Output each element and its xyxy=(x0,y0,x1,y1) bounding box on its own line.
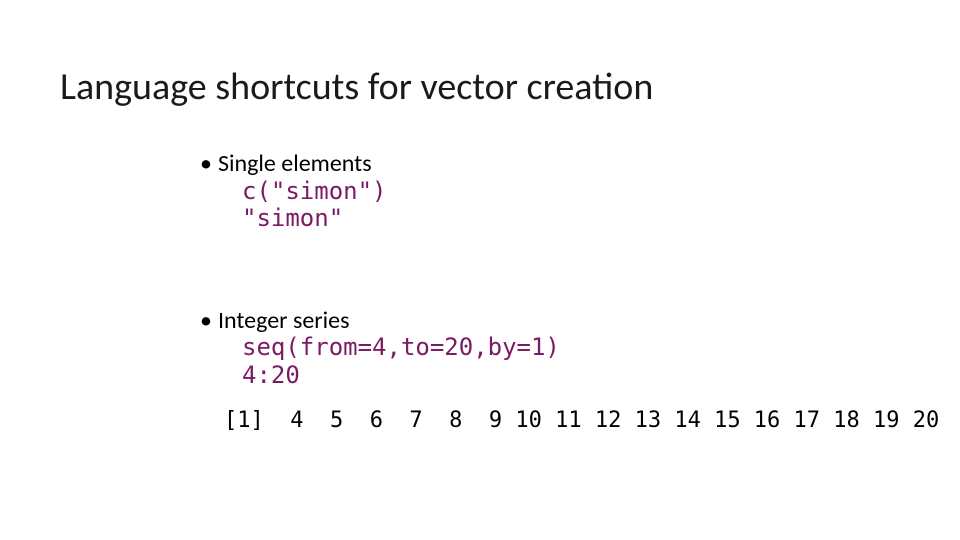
slide: Language shortcuts for vector creation •… xyxy=(0,0,960,540)
bullet-single-elements: • Single elements xyxy=(200,150,900,178)
code-single-c: c("simon") xyxy=(242,178,900,206)
bullet-heading: Single elements xyxy=(218,150,372,178)
code-colon: 4:20 xyxy=(242,362,900,390)
bullet-dot-icon: • xyxy=(200,152,212,176)
slide-body: • Single elements c("simon") "simon" • I… xyxy=(200,150,900,433)
code-seq: seq(from=4,to=20,by=1) xyxy=(242,334,900,362)
bullet-heading: Integer series xyxy=(218,307,350,335)
bullet-dot-icon: • xyxy=(200,309,212,333)
spacer xyxy=(200,233,900,307)
slide-title: Language shortcuts for vector creation xyxy=(60,64,653,110)
bullet-integer-series: • Integer series xyxy=(200,307,900,335)
code-single-literal: "simon" xyxy=(242,205,900,233)
spacer xyxy=(200,390,900,408)
console-output: [1] 4 5 6 7 8 9 10 11 12 13 14 15 16 17 … xyxy=(224,408,900,433)
